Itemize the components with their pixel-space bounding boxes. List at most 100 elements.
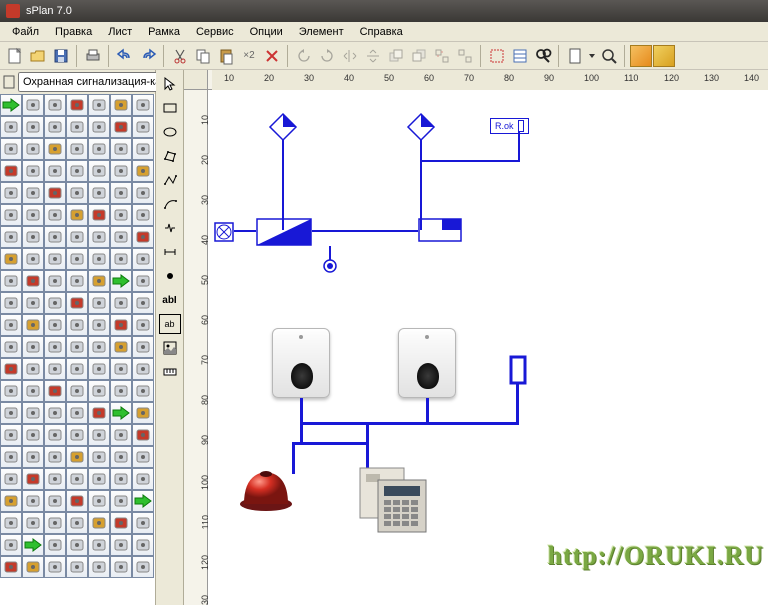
- page-button[interactable]: [564, 45, 586, 67]
- library-item[interactable]: [66, 402, 88, 424]
- library-item[interactable]: [88, 446, 110, 468]
- menu-help[interactable]: Справка: [352, 24, 411, 40]
- rotate-right-button[interactable]: [316, 45, 338, 67]
- library-item[interactable]: [0, 204, 22, 226]
- library-item[interactable]: [44, 116, 66, 138]
- canvas[interactable]: R.ok: [208, 90, 768, 605]
- library-item[interactable]: [0, 160, 22, 182]
- library-item[interactable]: [88, 512, 110, 534]
- library-item[interactable]: [22, 512, 44, 534]
- library-item[interactable]: [88, 292, 110, 314]
- symbol-amp[interactable]: [256, 218, 312, 248]
- library-item[interactable]: [44, 556, 66, 578]
- library-item[interactable]: [88, 116, 110, 138]
- pointer-tool[interactable]: [159, 74, 181, 94]
- to-front-button[interactable]: [385, 45, 407, 67]
- library-item[interactable]: [22, 226, 44, 248]
- rotate-left-button[interactable]: [293, 45, 315, 67]
- bezier-tool[interactable]: [159, 194, 181, 214]
- library-item[interactable]: [0, 292, 22, 314]
- wire[interactable]: [420, 160, 520, 162]
- library-item[interactable]: [132, 314, 154, 336]
- library-item[interactable]: [132, 424, 154, 446]
- library-item[interactable]: [132, 490, 154, 512]
- library-item[interactable]: [66, 468, 88, 490]
- library-item[interactable]: [88, 248, 110, 270]
- text-tool[interactable]: abI: [159, 290, 181, 310]
- library-item[interactable]: [44, 248, 66, 270]
- library-item[interactable]: [110, 512, 132, 534]
- wire[interactable]: [366, 422, 369, 472]
- library-item[interactable]: [110, 182, 132, 204]
- library-item[interactable]: [110, 292, 132, 314]
- group-button[interactable]: [431, 45, 453, 67]
- flip-h-button[interactable]: [339, 45, 361, 67]
- wire[interactable]: [292, 442, 368, 445]
- library-item[interactable]: [88, 556, 110, 578]
- library-item[interactable]: [22, 292, 44, 314]
- library-item[interactable]: [132, 512, 154, 534]
- copy-button[interactable]: [192, 45, 214, 67]
- library-item[interactable]: [44, 424, 66, 446]
- wire[interactable]: [282, 140, 284, 230]
- library-item[interactable]: [66, 182, 88, 204]
- color1-button[interactable]: [630, 45, 652, 67]
- library-item[interactable]: [110, 490, 132, 512]
- special-tool[interactable]: [159, 218, 181, 238]
- library-item[interactable]: [0, 512, 22, 534]
- library-item[interactable]: [44, 336, 66, 358]
- library-item[interactable]: [66, 116, 88, 138]
- library-item[interactable]: [132, 358, 154, 380]
- library-item[interactable]: [66, 314, 88, 336]
- ellipse-tool[interactable]: [159, 122, 181, 142]
- library-item[interactable]: [110, 138, 132, 160]
- library-item[interactable]: [0, 380, 22, 402]
- library-item[interactable]: [22, 468, 44, 490]
- menu-element[interactable]: Элемент: [291, 24, 352, 40]
- library-item[interactable]: [110, 534, 132, 556]
- library-item[interactable]: [0, 490, 22, 512]
- library-item[interactable]: [88, 358, 110, 380]
- library-item[interactable]: [132, 204, 154, 226]
- library-item[interactable]: [88, 468, 110, 490]
- symbol-lamp[interactable]: [214, 222, 234, 242]
- library-item[interactable]: [0, 314, 22, 336]
- library-item[interactable]: [22, 204, 44, 226]
- library-item[interactable]: [22, 556, 44, 578]
- library-item[interactable]: [88, 138, 110, 160]
- measure-tool[interactable]: [159, 362, 181, 382]
- library-item[interactable]: [44, 270, 66, 292]
- library-item[interactable]: [88, 314, 110, 336]
- dimension-tool[interactable]: [159, 242, 181, 262]
- library-item[interactable]: [22, 424, 44, 446]
- library-item[interactable]: [66, 446, 88, 468]
- forms-button[interactable]: [509, 45, 531, 67]
- library-item[interactable]: [88, 204, 110, 226]
- library-item[interactable]: [132, 248, 154, 270]
- library-item[interactable]: [132, 402, 154, 424]
- library-item[interactable]: [44, 314, 66, 336]
- library-item[interactable]: [88, 160, 110, 182]
- menu-sheet[interactable]: Лист: [100, 24, 140, 40]
- library-item[interactable]: [22, 94, 44, 116]
- undo-button[interactable]: [114, 45, 136, 67]
- library-item[interactable]: [66, 204, 88, 226]
- menu-frame[interactable]: Рамка: [140, 24, 188, 40]
- library-item[interactable]: [22, 160, 44, 182]
- library-item[interactable]: [22, 402, 44, 424]
- open-button[interactable]: [27, 45, 49, 67]
- library-item[interactable]: [0, 248, 22, 270]
- menu-service[interactable]: Сервис: [188, 24, 242, 40]
- wire[interactable]: [312, 230, 418, 232]
- device-pir-sensor-1[interactable]: [272, 328, 330, 398]
- library-item[interactable]: [110, 270, 132, 292]
- page-dropdown-icon[interactable]: [587, 45, 597, 67]
- library-item[interactable]: [22, 314, 44, 336]
- symbol-diamond-2[interactable]: [406, 112, 436, 142]
- library-item[interactable]: [66, 556, 88, 578]
- library-item[interactable]: [110, 204, 132, 226]
- library-item[interactable]: [66, 424, 88, 446]
- redo-button[interactable]: [137, 45, 159, 67]
- library-item[interactable]: [0, 270, 22, 292]
- library-item[interactable]: [110, 380, 132, 402]
